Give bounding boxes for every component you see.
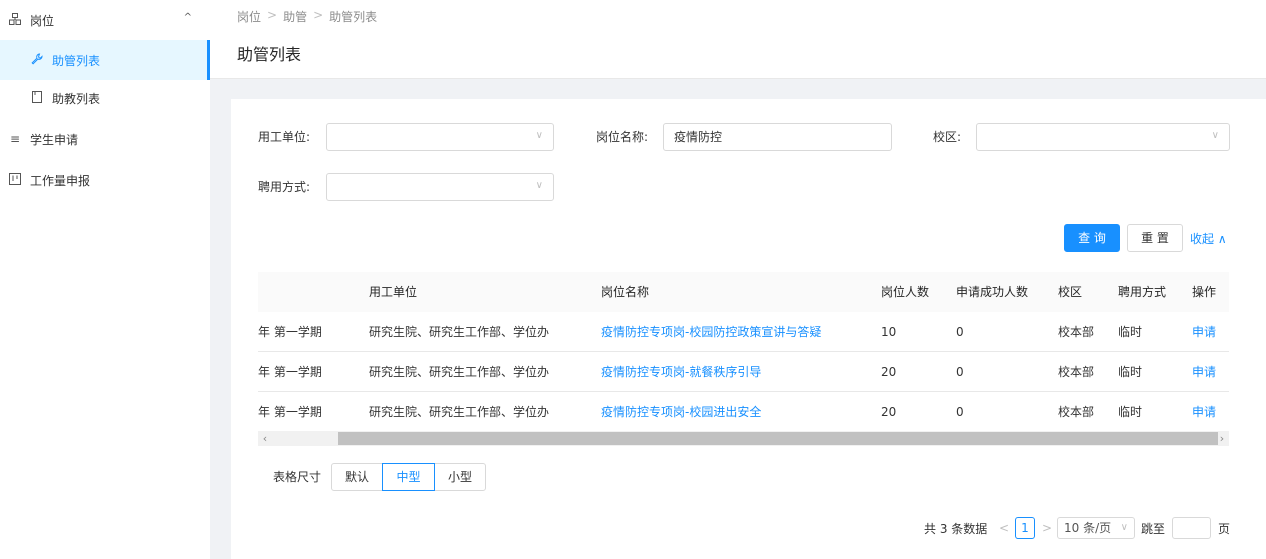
- success-cell: 0: [956, 405, 964, 419]
- apply-link[interactable]: 申请: [1192, 312, 1216, 352]
- page-size-select[interactable]: 10 条/页 ∨: [1057, 517, 1135, 539]
- breadcrumb-item[interactable]: 助管: [283, 8, 307, 25]
- sidebar-item-label: 学生申请: [30, 132, 79, 147]
- term-cell: 年 第一学期: [258, 325, 322, 339]
- content-card: 用工单位: ∨ 岗位名称: 疫情防控 校区: ∨ 聘用方式: ∨ 查 询 重 置…: [231, 99, 1266, 559]
- chevron-down-icon: ∨: [1211, 130, 1219, 141]
- campus-cell: 校本部: [1058, 325, 1095, 339]
- board-icon: [8, 172, 22, 188]
- page-size-value: 10 条/页: [1064, 521, 1112, 535]
- hire-cell: 临时: [1118, 365, 1143, 379]
- term-cell: 年 第一学期: [258, 365, 322, 379]
- sidebar-item-student-apply[interactable]: ≡ 学生申请: [0, 119, 210, 159]
- hire-cell: 临时: [1118, 405, 1143, 419]
- position-link[interactable]: 疫情防控专项岗-校园防控政策宣讲与答疑: [601, 312, 821, 352]
- wrench-icon: [30, 52, 44, 68]
- table-row: 年 第一学期 研究生院、研究生工作部、学位办 疫情防控专项岗-就餐秩序引导 20…: [258, 352, 1229, 392]
- page-number-button[interactable]: 1: [1015, 517, 1035, 539]
- campus-label: 校区:: [933, 130, 962, 144]
- table-row: 年 第一学期 研究生院、研究生工作部、学位办 疫情防控专项岗-校园防控政策宣讲与…: [258, 312, 1229, 352]
- campus-cell: 校本部: [1058, 365, 1095, 379]
- scroll-left-icon[interactable]: ‹: [258, 431, 272, 446]
- success-cell: 0: [956, 365, 964, 379]
- column-header: 岗位人数: [881, 285, 930, 299]
- list-icon: ≡: [9, 132, 21, 146]
- hire-cell: 临时: [1118, 325, 1143, 339]
- column-header: 操作: [1192, 285, 1217, 299]
- apply-link[interactable]: 申请: [1192, 392, 1216, 432]
- sidebar-item-label: 助管列表: [52, 53, 101, 68]
- sidebar-item-label: 岗位: [30, 13, 55, 28]
- size-option-medium[interactable]: 中型: [382, 463, 435, 491]
- hire-select[interactable]: ∨: [326, 173, 554, 201]
- count-cell: 10: [881, 325, 897, 339]
- column-header: 岗位名称: [601, 285, 650, 299]
- hire-label: 聘用方式:: [258, 180, 311, 194]
- count-cell: 20: [881, 365, 897, 379]
- page-title: 助管列表: [237, 45, 302, 64]
- scroll-right-icon[interactable]: ›: [1215, 431, 1229, 446]
- collapse-link[interactable]: 收起 ∧: [1190, 230, 1227, 247]
- column-header: 用工单位: [369, 285, 418, 299]
- sidebar-item-positions[interactable]: 岗位 ^: [0, 0, 210, 40]
- breadcrumb: 岗位 > 助管 > 助管列表: [237, 8, 377, 25]
- prev-page-icon[interactable]: <: [999, 517, 1009, 539]
- reset-button[interactable]: 重 置: [1127, 224, 1183, 252]
- chevron-up-icon: ^: [183, 12, 192, 23]
- chevron-down-icon: ∨: [535, 180, 543, 191]
- position-input[interactable]: 疫情防控: [663, 123, 892, 151]
- column-header: 申请成功人数: [956, 285, 1029, 299]
- scroll-thumb[interactable]: [338, 432, 1218, 445]
- sidebar: 岗位 ^ 助管列表 助教列表 ≡ 学生申请 工作量申报: [0, 0, 210, 559]
- query-button[interactable]: 查 询: [1064, 224, 1120, 252]
- position-label: 岗位名称:: [596, 130, 649, 144]
- success-cell: 0: [956, 325, 964, 339]
- chevron-down-icon: ∨: [1120, 522, 1128, 533]
- page-header: 岗位 > 助管 > 助管列表 助管列表: [210, 0, 1266, 79]
- document-icon: [30, 90, 44, 106]
- breadcrumb-item: 助管列表: [329, 10, 378, 24]
- column-header: 校区: [1058, 285, 1083, 299]
- unit-cell: 研究生院、研究生工作部、学位办: [369, 405, 550, 419]
- sidebar-item-teaching-list[interactable]: 助教列表: [0, 78, 210, 118]
- sidebar-item-label: 助教列表: [52, 91, 101, 106]
- table-size-label: 表格尺寸: [273, 470, 322, 484]
- breadcrumb-separator: >: [313, 8, 324, 22]
- count-cell: 20: [881, 405, 897, 419]
- sidebar-item-assistant-list[interactable]: 助管列表: [0, 40, 210, 80]
- position-link[interactable]: 疫情防控专项岗-就餐秩序引导: [601, 352, 761, 392]
- grid-icon: [8, 12, 22, 28]
- chevron-down-icon: ∨: [535, 130, 543, 141]
- breadcrumb-separator: >: [267, 8, 278, 22]
- position-link[interactable]: 疫情防控专项岗-校园进出安全: [601, 392, 761, 432]
- table-horizontal-scrollbar[interactable]: ‹ ›: [258, 431, 1229, 446]
- unit-cell: 研究生院、研究生工作部、学位办: [369, 365, 550, 379]
- jump-page-input[interactable]: [1172, 517, 1211, 539]
- unit-label: 用工单位:: [258, 130, 311, 144]
- next-page-icon[interactable]: >: [1042, 517, 1052, 539]
- page-suffix: 页: [1218, 522, 1231, 536]
- campus-select[interactable]: ∨: [976, 123, 1230, 151]
- unit-select[interactable]: ∨: [326, 123, 554, 151]
- apply-link[interactable]: 申请: [1192, 352, 1216, 392]
- pagination-total: 共 3 条数据: [924, 522, 988, 536]
- jump-label: 跳至: [1141, 522, 1166, 536]
- sidebar-item-label: 工作量申报: [30, 173, 91, 188]
- size-option-small[interactable]: 小型: [434, 463, 486, 491]
- size-option-default[interactable]: 默认: [331, 463, 383, 491]
- breadcrumb-item[interactable]: 岗位: [237, 8, 261, 25]
- term-cell: 年 第一学期: [258, 405, 322, 419]
- unit-cell: 研究生院、研究生工作部、学位办: [369, 325, 550, 339]
- column-header: 聘用方式: [1118, 285, 1167, 299]
- sidebar-item-workload[interactable]: 工作量申报: [0, 160, 210, 200]
- table-header: 用工单位 岗位名称 岗位人数 申请成功人数 校区 聘用方式 操作: [258, 272, 1229, 312]
- table-row: 年 第一学期 研究生院、研究生工作部、学位办 疫情防控专项岗-校园进出安全 20…: [258, 392, 1229, 432]
- campus-cell: 校本部: [1058, 405, 1095, 419]
